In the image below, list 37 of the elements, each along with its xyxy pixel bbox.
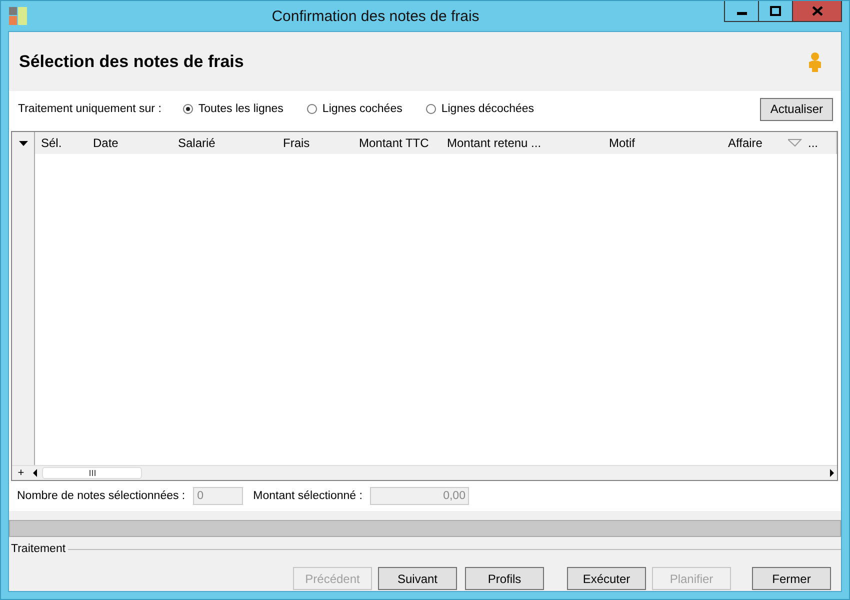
count-label: Nombre de notes sélectionnées : bbox=[17, 490, 186, 502]
column-header[interactable]: Date bbox=[87, 136, 172, 150]
action-button[interactable]: Fermer bbox=[752, 567, 831, 590]
amount-field: 0,00 bbox=[370, 487, 470, 505]
app-icon bbox=[9, 7, 27, 25]
section-title: Sélection des notes de frais bbox=[19, 52, 244, 72]
column-header[interactable]: Montant TTC bbox=[353, 136, 441, 150]
radio-option[interactable]: Lignes décochées bbox=[426, 103, 534, 115]
dropdown-icon[interactable] bbox=[18, 140, 28, 146]
maximize-button[interactable] bbox=[758, 1, 792, 22]
maximize-icon bbox=[770, 6, 781, 16]
close-button[interactable] bbox=[792, 1, 842, 22]
filter-label: Traitement uniquement sur : bbox=[18, 103, 162, 115]
minimize-button[interactable] bbox=[724, 1, 758, 22]
expand-icon[interactable]: + bbox=[12, 467, 30, 479]
radio-option[interactable]: Toutes les lignes bbox=[183, 103, 284, 115]
grip-icon bbox=[88, 470, 96, 476]
column-header[interactable]: Affaire bbox=[722, 136, 782, 150]
action-button[interactable]: Exécuter bbox=[567, 567, 646, 590]
column-header[interactable]: Sél. bbox=[35, 136, 87, 150]
column-header[interactable]: Frais bbox=[277, 136, 353, 150]
scrollbar-thumb[interactable] bbox=[42, 467, 142, 479]
column-header[interactable]: Montant retenu ... bbox=[441, 136, 603, 150]
action-button[interactable]: Suivant bbox=[378, 567, 457, 590]
close-icon bbox=[812, 6, 822, 16]
action-button[interactable]: Profils bbox=[465, 567, 544, 590]
count-field: 0 bbox=[193, 487, 244, 505]
group-label: Traitement bbox=[11, 543, 66, 555]
person-icon bbox=[807, 52, 823, 72]
window-title: Confirmation des notes de frais bbox=[270, 8, 480, 24]
column-header[interactable]: Motif bbox=[603, 136, 722, 150]
amount-label: Montant sélectionné : bbox=[253, 490, 362, 502]
radio-option[interactable]: Lignes cochées bbox=[307, 103, 402, 115]
refresh-button[interactable]: Actualiser bbox=[760, 98, 833, 120]
column-header[interactable]: Salarié bbox=[172, 136, 277, 150]
scroll-right-icon[interactable] bbox=[827, 467, 837, 479]
column-header[interactable]: ... bbox=[802, 136, 818, 150]
